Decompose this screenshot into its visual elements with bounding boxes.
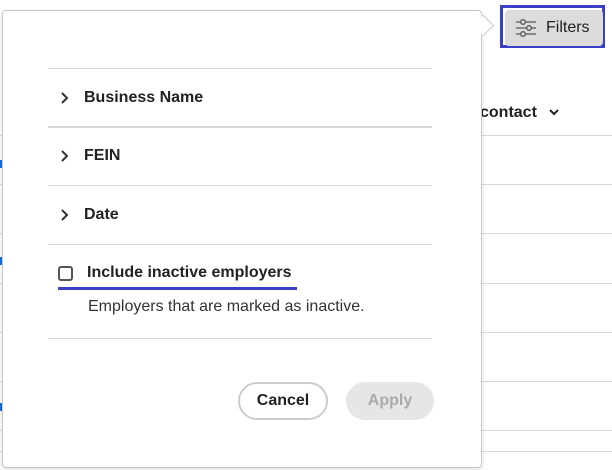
include-inactive-checkbox[interactable] (58, 265, 73, 281)
filters-button[interactable]: Filters (505, 10, 603, 46)
accordion-fein[interactable]: FEIN (60, 147, 120, 165)
cancel-button[interactable]: Cancel (238, 382, 328, 420)
chevron-right-icon (61, 150, 69, 162)
divider (48, 338, 432, 339)
divider (48, 244, 432, 245)
accordion-label: FEIN (84, 147, 121, 164)
divider (48, 185, 432, 186)
accordion-date[interactable]: Date (60, 206, 119, 224)
include-inactive-checkbox-row[interactable]: Include inactive employers (58, 264, 292, 282)
chevron-right-icon (61, 209, 69, 221)
accordion-label: Date (84, 206, 119, 223)
include-inactive-label[interactable]: Include inactive employers (87, 264, 292, 282)
sliders-icon (516, 19, 536, 37)
chevron-right-icon (61, 92, 69, 104)
filters-label: Filters (546, 19, 590, 36)
divider (48, 68, 432, 69)
include-inactive-description: Employers that are marked as inactive. (88, 298, 365, 315)
column-header-contact[interactable]: contact (480, 104, 537, 122)
focus-underline (58, 287, 297, 290)
apply-button[interactable]: Apply (346, 382, 434, 420)
chevron-down-icon[interactable] (548, 106, 560, 118)
accordion-label: Business Name (84, 89, 204, 106)
accordion-business-name[interactable]: Business Name (60, 89, 203, 107)
divider (48, 126, 432, 128)
